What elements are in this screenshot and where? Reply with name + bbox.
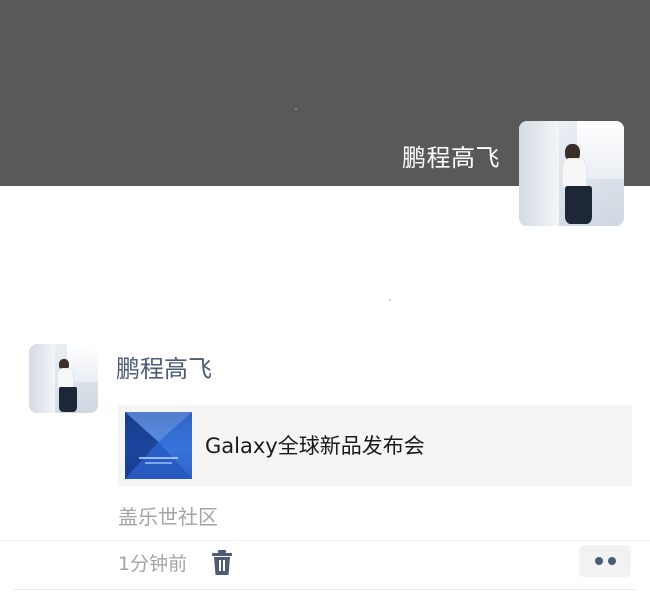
post-time: 1分钟前 <box>118 553 188 575</box>
link-title: Galaxy全球新品发布会 <box>205 434 425 458</box>
cover-speck <box>295 108 297 110</box>
post-source[interactable]: 盖乐世社区 <box>118 503 218 531</box>
post-author-avatar[interactable] <box>29 344 98 413</box>
more-dots-icon <box>595 557 603 565</box>
post-author-name[interactable]: 鹏程高飞 <box>116 352 212 386</box>
divider <box>0 540 650 541</box>
profile-avatar[interactable] <box>519 121 624 226</box>
more-dots-icon <box>608 557 616 565</box>
shared-link-card[interactable]: Galaxy全球新品发布会 <box>118 405 632 486</box>
divider <box>14 589 636 590</box>
profile-name: 鹏程高飞 <box>402 144 500 172</box>
more-button[interactable] <box>579 545 631 577</box>
galaxy-event-thumbnail-icon <box>125 412 192 479</box>
trash-icon[interactable] <box>211 550 233 576</box>
decorative-speck <box>389 299 391 301</box>
